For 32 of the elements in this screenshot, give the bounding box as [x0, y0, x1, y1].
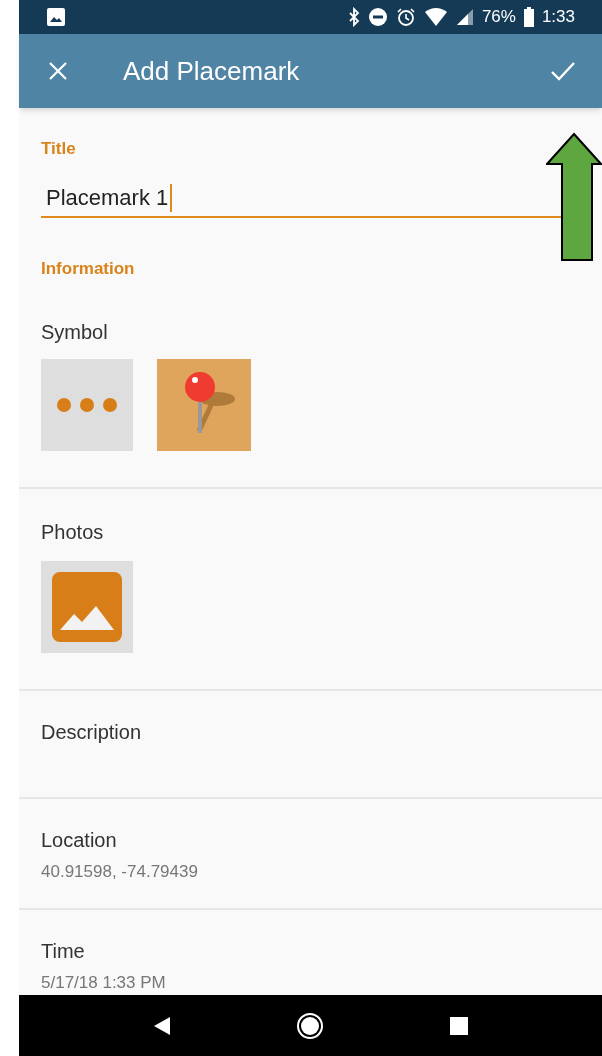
screen-title: Add Placemark	[123, 54, 300, 88]
bluetooth-icon	[347, 6, 360, 27]
time-value: 5/17/18 1:33 PM	[41, 972, 167, 994]
image-icon	[46, 6, 66, 27]
more-symbols-button[interactable]	[41, 359, 133, 452]
checkmark-icon	[550, 60, 576, 83]
do-not-disturb-icon	[367, 6, 388, 27]
text-cursor	[170, 183, 173, 212]
wifi-icon	[423, 6, 448, 27]
alarm-icon	[395, 6, 416, 27]
field-label: Title	[41, 138, 77, 161]
status-time: 1:33	[541, 6, 575, 29]
battery-percent: 76%	[481, 6, 516, 29]
add-photo-button[interactable]	[41, 561, 133, 653]
photos-label: Photos	[41, 520, 105, 545]
battery-icon	[523, 6, 534, 27]
time-label: Time	[41, 939, 86, 964]
signal-icon	[455, 7, 474, 26]
field-value: Placemark 1	[46, 184, 169, 213]
location-label: Location	[41, 827, 118, 853]
symbol-label: Symbol	[41, 320, 109, 346]
image-icon	[52, 572, 122, 642]
description-label[interactable]: Description	[41, 716, 602, 747]
section-heading: Information	[41, 257, 136, 280]
close-icon	[48, 61, 68, 82]
location-coordinates: 40.91598, -74.79439	[41, 860, 199, 883]
recents-icon	[449, 1016, 468, 1035]
home-icon	[296, 1011, 325, 1040]
home-button[interactable]	[296, 1011, 325, 1040]
back-icon	[153, 1015, 172, 1036]
more-icon	[55, 396, 119, 415]
arrow-icon	[546, 132, 602, 262]
